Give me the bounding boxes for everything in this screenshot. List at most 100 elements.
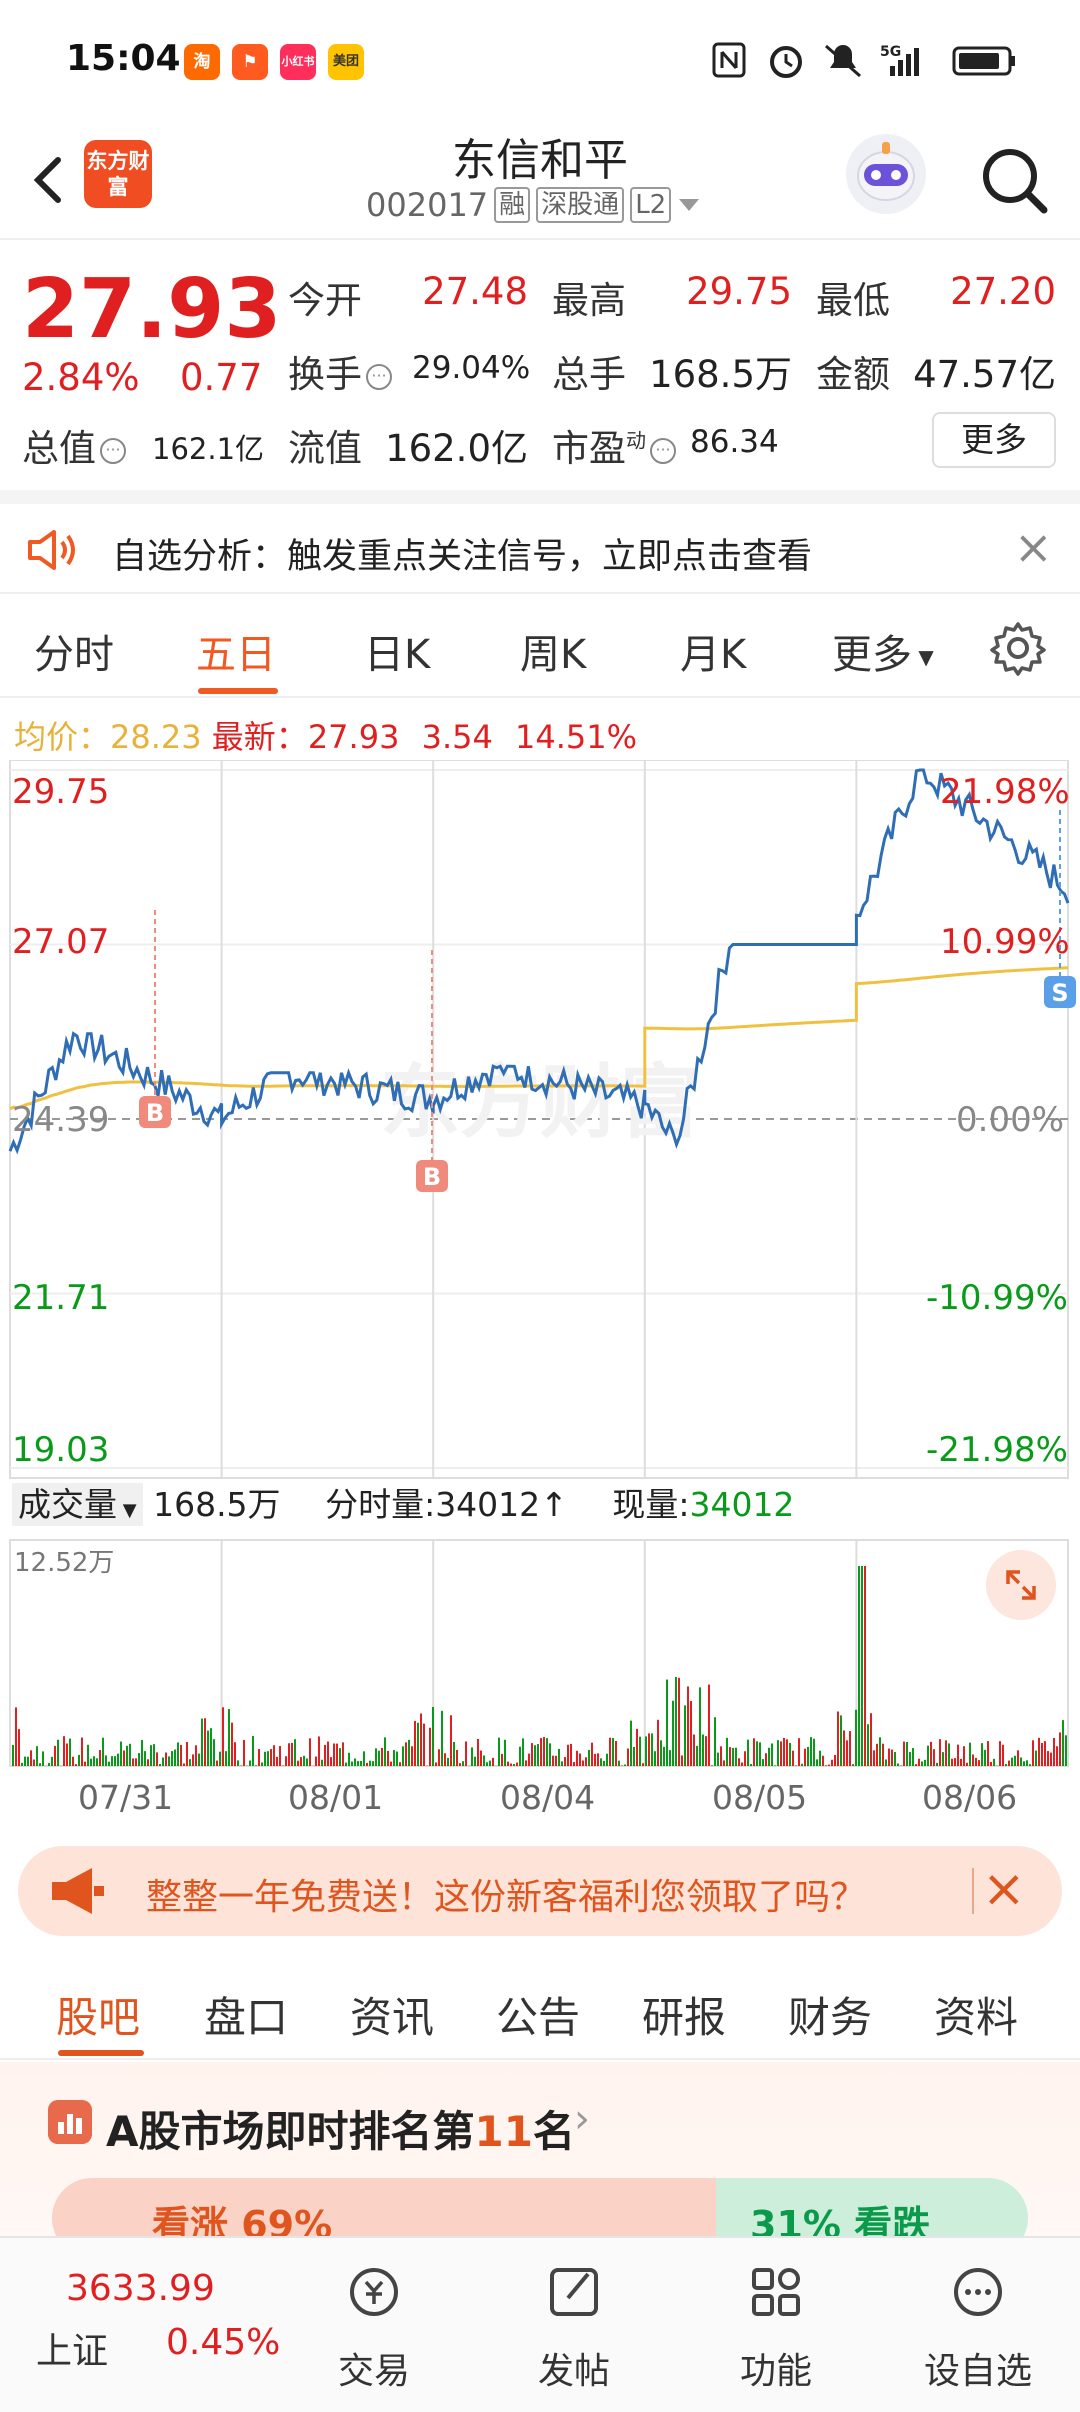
five-day-chart[interactable]: 东方财富 BBS (0, 760, 1080, 1820)
tab-weekly-k[interactable]: 周K (520, 622, 586, 680)
volume-bar (339, 1748, 341, 1766)
volume-bar (360, 1760, 362, 1766)
volume-bar (870, 1713, 872, 1766)
index-ticker[interactable]: 3633.99 上证 0.45% (0, 2238, 280, 2412)
volume-bar (423, 1723, 425, 1766)
volume-bar (477, 1738, 479, 1766)
index-value: 3633.99 (66, 2268, 215, 2309)
chart-tabs: 分时 五日 日K 周K 月K 更多 ▼ (0, 598, 1080, 698)
volume-bar (699, 1687, 701, 1766)
tab-five-day[interactable]: 五日 (196, 622, 276, 680)
tab-profile[interactable]: 资料 (934, 1984, 1018, 2045)
volume-bar (906, 1741, 908, 1766)
volume-bar (891, 1749, 893, 1766)
volume-bar (1023, 1761, 1025, 1766)
content-tabs: 股吧 盘口 资讯 公告 研报 财务 资料 (0, 1956, 1080, 2060)
volume-bar (972, 1754, 974, 1766)
more-quote-button[interactable]: 更多 (932, 412, 1056, 468)
signal-notice[interactable]: 自选分析：触发重点关注信号，立即点击查看 × (0, 504, 1080, 594)
volume-bar (897, 1763, 899, 1766)
volume-bar (369, 1760, 371, 1766)
volume-bar (249, 1760, 251, 1766)
volume-bar (684, 1705, 686, 1766)
nav-add-watchlist[interactable]: 设自选 (878, 2238, 1078, 2412)
robot-assistant-icon[interactable] (846, 134, 926, 214)
close-icon[interactable]: × (1014, 524, 1053, 570)
info-icon[interactable]: ··· (100, 437, 126, 464)
info-icon[interactable]: ··· (366, 363, 392, 390)
tab-intraday[interactable]: 分时 (34, 622, 114, 680)
tab-announcements[interactable]: 公告 (496, 1984, 580, 2045)
tab-order-book[interactable]: 盘口 (204, 1984, 288, 2045)
volume-value: 168.5万 (649, 353, 792, 396)
avg-label: 均价： (14, 718, 111, 756)
info-icon[interactable]: ··· (650, 437, 676, 464)
tab-research[interactable]: 研报 (642, 1984, 726, 2045)
volume-bar (138, 1753, 140, 1766)
tab-finance[interactable]: 财务 (788, 1984, 872, 2045)
volume-bar (885, 1759, 887, 1766)
volume-bar (267, 1751, 269, 1766)
promo-banner[interactable]: 整整一年免费送！这份新客福利您领取了吗？ × (18, 1846, 1062, 1936)
volume-bar (54, 1745, 56, 1766)
volume-bar (912, 1748, 914, 1766)
volume-bar (741, 1762, 743, 1766)
nav-features[interactable]: 功能 (676, 2238, 876, 2412)
volume-bar (456, 1749, 458, 1766)
tab-news[interactable]: 资讯 (350, 1984, 434, 2045)
tab-more[interactable]: 更多 ▼ (832, 622, 934, 680)
amount-label: 金额 (816, 353, 890, 396)
volume-bar (306, 1758, 308, 1766)
level2-tag: L2 (630, 187, 672, 223)
volume-bar (381, 1747, 383, 1766)
nav-trade[interactable]: 交易 (274, 2238, 474, 2412)
notice-text: 自选分析：触发重点关注信号，立即点击查看 (112, 537, 813, 577)
volume-header: 成交量 ▼ 168.5万 分时量:34012↑ 现量:34012 (12, 1478, 794, 1526)
volume-bar (1062, 1720, 1064, 1766)
volume-bar (78, 1754, 80, 1766)
volume-bar (690, 1700, 692, 1766)
volume-bar (90, 1758, 92, 1766)
pct-tick-high: 21.98% (940, 772, 1070, 812)
volume-bar (783, 1737, 785, 1766)
volume-bar (276, 1756, 278, 1766)
volume-scale: 12.52万 (14, 1548, 115, 1578)
search-icon[interactable] (974, 140, 1054, 220)
tab-monthly-k[interactable]: 月K (680, 622, 746, 680)
low-label: 最低 (816, 279, 890, 322)
volume-bar (459, 1763, 461, 1766)
volume-bar (15, 1707, 17, 1766)
nav-post[interactable]: 发帖 (474, 2238, 674, 2412)
volume-bar (63, 1736, 65, 1766)
volume-bar (204, 1718, 206, 1766)
volume-bar (981, 1743, 983, 1766)
volume-bar (372, 1761, 374, 1766)
volume-selector[interactable]: 成交量 ▼ (12, 1483, 143, 1526)
volume-bar (528, 1753, 530, 1766)
volume-bar (498, 1737, 500, 1766)
volume-bar (933, 1749, 935, 1766)
index-change: 0.45% (166, 2322, 281, 2363)
volume-bar (876, 1743, 878, 1766)
volume-bar (849, 1731, 851, 1766)
taobao-app-icon: 淘 (184, 44, 220, 80)
volume-bar (84, 1761, 86, 1766)
volume-bar (504, 1739, 506, 1766)
volume-bar (336, 1743, 338, 1766)
gear-icon[interactable] (990, 620, 1046, 676)
expand-button[interactable] (986, 1550, 1056, 1620)
tab-daily-k[interactable]: 日K (364, 622, 430, 680)
volume-bar (846, 1740, 848, 1766)
volume-bar (480, 1750, 482, 1766)
volume-bar (213, 1739, 215, 1766)
volume-bar (537, 1744, 539, 1766)
tab-guba[interactable]: 股吧 (56, 1984, 140, 2045)
rank-card[interactable]: A股市场即时排名第11名 › 看涨 69% 31% 看跌 (0, 2062, 1080, 2258)
volume-bar (411, 1746, 413, 1766)
stock-code-line[interactable]: 002017 融 深股通 L2 (366, 186, 701, 224)
turnover-label: 换手 ··· (288, 344, 396, 398)
volume-bar (990, 1761, 992, 1766)
volume-bar (882, 1743, 884, 1766)
volume-bar (237, 1760, 239, 1766)
close-icon[interactable]: × (982, 1854, 1026, 1924)
